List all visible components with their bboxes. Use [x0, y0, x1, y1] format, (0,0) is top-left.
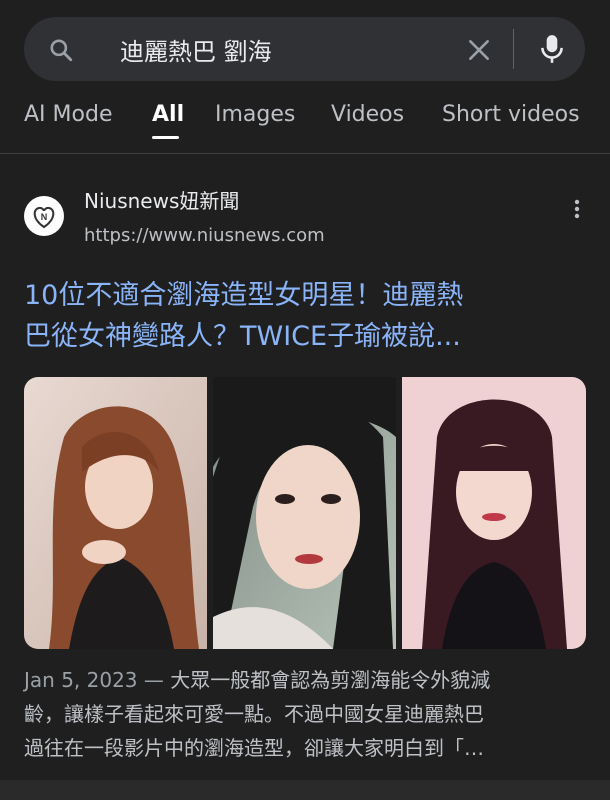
- microphone-icon[interactable]: [539, 33, 565, 65]
- search-divider: [513, 29, 514, 69]
- search-input[interactable]: 迪麗熱巴 劉海: [120, 32, 272, 67]
- tab-ai-mode[interactable]: AI Mode: [24, 102, 112, 127]
- more-vert-icon[interactable]: [565, 197, 589, 221]
- site-url[interactable]: https://www.niusnews.com: [84, 225, 325, 246]
- tab-videos[interactable]: Videos: [331, 102, 404, 127]
- result-image-3[interactable]: [402, 377, 586, 649]
- close-icon[interactable]: [466, 37, 492, 63]
- result-title-line: 10位不適合瀏海造型女明星！迪麗熱: [24, 280, 464, 311]
- search-result: N Niusnews妞新聞 https://www.niusnews.com 1…: [0, 155, 610, 780]
- result-title-line: 巴從女神變路人？TWICE子瑜被說...: [24, 321, 461, 352]
- search-icon: [50, 39, 73, 62]
- search-tabs: AI Mode All Images Videos Short videos: [0, 96, 610, 154]
- snippet-text: 過往在一段影片中的瀏海造型，卻讓大家明白到「…: [24, 736, 484, 760]
- next-result-edge: [0, 780, 610, 800]
- active-tab-indicator: [152, 136, 179, 139]
- result-snippet: Jan 5, 2023 — 大眾一般都會認為剪瀏海能令外貌減 齡，讓樣子看起來可…: [24, 663, 584, 765]
- svg-text:N: N: [41, 212, 48, 222]
- result-title-link[interactable]: 10位不適合瀏海造型女明星！迪麗熱 巴從女神變路人？TWICE子瑜被說...: [24, 275, 584, 357]
- result-image-2[interactable]: [213, 377, 396, 649]
- portrait-image: [213, 377, 396, 649]
- tab-all[interactable]: All: [152, 102, 184, 127]
- result-images: [24, 377, 586, 649]
- site-logo[interactable]: N: [24, 196, 64, 236]
- result-image-1[interactable]: [24, 377, 207, 649]
- snippet-date: Jan 5, 2023: [24, 668, 138, 692]
- portrait-image: [24, 377, 207, 649]
- search-bar[interactable]: 迪麗熱巴 劉海: [24, 17, 585, 81]
- tab-images[interactable]: Images: [215, 102, 295, 127]
- heart-logo-icon: N: [33, 206, 55, 229]
- site-name[interactable]: Niusnews妞新聞: [84, 185, 239, 214]
- snippet-text: 齡，讓樣子看起來可愛一點。不過中國女星迪麗熱巴: [24, 702, 484, 726]
- snippet-text: 大眾一般都會認為剪瀏海能令外貌減: [170, 668, 491, 692]
- snippet-separator: —: [137, 668, 171, 692]
- portrait-image: [402, 377, 586, 649]
- tab-short-videos[interactable]: Short videos: [442, 102, 580, 127]
